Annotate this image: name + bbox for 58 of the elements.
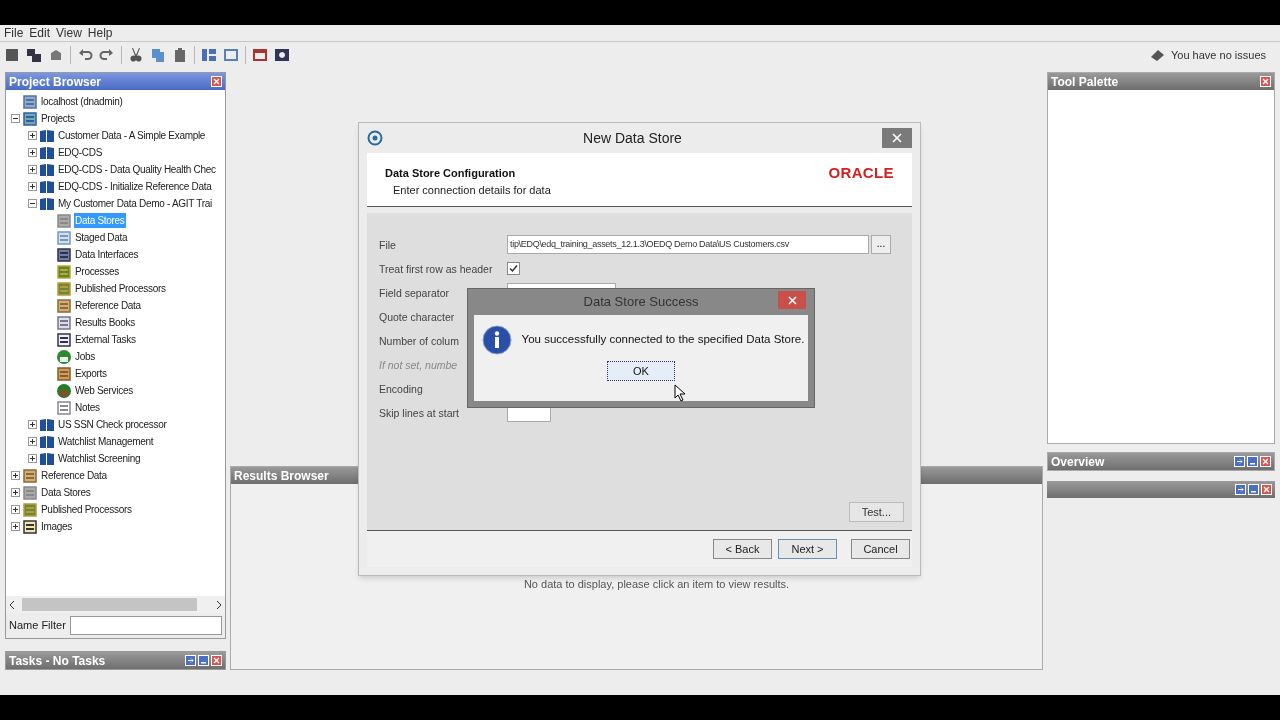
tree-item[interactable]: Published Processors xyxy=(40,502,133,517)
form-label: Quote character xyxy=(379,311,455,323)
form-label: Treat first row as header xyxy=(379,263,493,275)
form-label: Field separator xyxy=(379,287,450,299)
menu-item[interactable]: Help xyxy=(87,24,113,42)
tree-item[interactable]: Data Stores xyxy=(40,485,92,500)
tree-item[interactable]: Results Books xyxy=(74,315,137,330)
menu-item[interactable]: Edit xyxy=(29,24,51,42)
tree-item[interactable]: US SSN Check processor xyxy=(57,417,168,432)
panel-title: Overview xyxy=(1051,453,1105,471)
tree-item[interactable]: Data Interfaces xyxy=(74,247,140,262)
tree-item[interactable]: EDQ-CDS - Initialize Reference Data xyxy=(57,179,213,194)
message-text: You successfully connected to the specified Data Store. xyxy=(521,332,805,348)
test-button[interactable]: Test... xyxy=(848,502,904,522)
wizard-button[interactable]: < Back xyxy=(713,539,772,559)
form-label: If not set, numbe xyxy=(379,359,458,371)
menu-item[interactable]: File xyxy=(4,24,24,42)
panel-title: Results Browser xyxy=(234,467,329,485)
tree-item[interactable]: EDQ-CDS - Data Quality Health Chec xyxy=(57,162,217,177)
oracle-logo: ORACLE xyxy=(828,163,894,183)
form-label: Skip lines at start xyxy=(379,407,459,419)
tree-item[interactable]: Images xyxy=(40,519,73,534)
header-title: Data Store Configuration xyxy=(385,166,517,181)
tree-item[interactable]: Jobs xyxy=(74,349,96,364)
tree-item[interactable]: localhost (dnadmin) xyxy=(40,94,124,109)
wizard-button[interactable]: Cancel xyxy=(851,539,910,559)
wizard-button[interactable]: Next > xyxy=(778,539,837,559)
filter-label: Name Filter xyxy=(9,618,66,634)
panel-title: Tool Palette xyxy=(1051,73,1119,91)
form-label: File xyxy=(379,239,396,251)
dialog-title: New Data Store xyxy=(582,128,683,148)
tree-item[interactable]: External Tasks xyxy=(74,332,137,347)
message-title: Data Store Success xyxy=(582,293,700,312)
panel-title: Tasks - No Tasks xyxy=(9,652,106,670)
menu-item[interactable]: View xyxy=(56,24,82,42)
tree-item[interactable]: Notes xyxy=(74,400,101,415)
tree-item[interactable]: Reference Data xyxy=(40,468,108,483)
tree-item[interactable]: Watchlist Management xyxy=(57,434,155,449)
tree-item[interactable]: My Customer Data Demo - AGIT Trai xyxy=(57,196,213,211)
tree-item[interactable]: Processes xyxy=(74,264,120,279)
tree-item[interactable]: Web Services xyxy=(74,383,134,398)
status-message: You have no issues xyxy=(1171,47,1266,63)
tree-item[interactable]: Reference Data xyxy=(74,298,142,313)
tree-item[interactable]: Watchlist Screening xyxy=(57,451,142,466)
tree-item[interactable]: Published Processors xyxy=(74,281,167,296)
form-label: Encoding xyxy=(379,383,423,395)
tree-item[interactable]: Exports xyxy=(74,366,108,381)
tree-item[interactable]: Customer Data - A Simple Example xyxy=(57,128,207,143)
tree-item[interactable]: Staged Data xyxy=(74,230,129,245)
panel-title: Project Browser xyxy=(9,73,102,91)
form-label: Number of colum xyxy=(379,335,459,347)
header-subtitle: Enter connection details for data xyxy=(392,182,551,198)
tree-item[interactable]: Projects xyxy=(40,111,76,126)
empty-message: No data to display, please click an item to view results. xyxy=(523,577,790,592)
file-path-field[interactable]: tip\EDQ\edq_training_assets_12.1.3\OEDQ Demo Data\US Customers.csv xyxy=(507,234,869,254)
ok-button[interactable]: OK xyxy=(607,361,675,381)
browse-button[interactable]: ... xyxy=(871,234,891,254)
tree-item[interactable]: EDQ-CDS xyxy=(57,145,103,160)
